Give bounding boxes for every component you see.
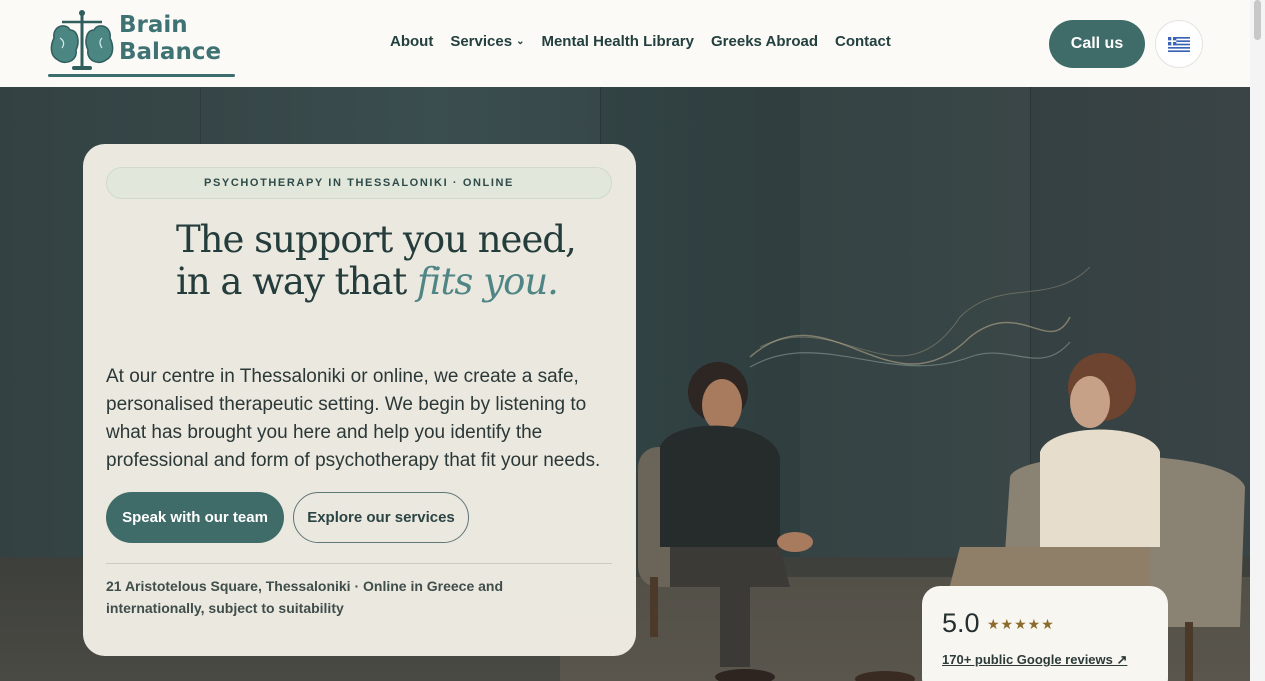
brain-scales-logo-icon: [50, 10, 114, 70]
nav-greeks-abroad-label: Greeks Abroad: [711, 33, 818, 50]
call-us-button[interactable]: Call us: [1049, 20, 1145, 68]
nav-contact-label: Contact: [835, 33, 891, 50]
hero-description: At our centre in Thessaloniki or online,…: [106, 366, 601, 471]
brand-name: Brain Balance: [119, 12, 221, 66]
brand-name-line1: Brain: [119, 12, 188, 38]
star-rating-icon: ★★★★★: [987, 616, 1055, 632]
main-nav: About Services ⌄ Mental Health Library G…: [390, 33, 908, 50]
nav-about-label: About: [390, 33, 434, 50]
chevron-down-icon: ⌄: [516, 36, 525, 47]
hero-eyebrow: PSYCHOTHERAPY IN THESSALONIKI · ONLINE: [106, 167, 612, 199]
page-scrollbar[interactable]: [1250, 0, 1265, 681]
language-switcher[interactable]: [1155, 20, 1203, 68]
headline-accent: fits you.: [417, 260, 559, 303]
address-text: 21 Aristotelous Square, Thessaloniki · O…: [106, 578, 504, 616]
brand-name-line2: Balance: [119, 39, 222, 65]
google-reviews-link[interactable]: 170+ public Google reviews ↗: [942, 652, 1127, 668]
nav-services[interactable]: Services ⌄: [450, 33, 524, 50]
scrollbar-thumb[interactable]: [1254, 0, 1261, 40]
speak-with-team-button[interactable]: Speak with our team: [106, 492, 284, 543]
hero-headline: The support you need, in a way that fits…: [176, 219, 596, 303]
site-header: Brain Balance About Services ⌄ Mental He…: [0, 0, 1250, 87]
nav-library-label: Mental Health Library: [541, 33, 694, 50]
explore-services-button[interactable]: Explore our services: [293, 492, 469, 543]
nav-contact[interactable]: Contact: [835, 33, 891, 50]
rating-card: 5.0 ★★★★★ 170+ public Google reviews ↗: [922, 586, 1168, 681]
card-divider: [106, 563, 612, 564]
brand-logo[interactable]: Brain Balance: [48, 8, 236, 80]
nav-mental-health-library[interactable]: Mental Health Library: [541, 33, 694, 50]
hero-section: PSYCHOTHERAPY IN THESSALONIKI · ONLINE T…: [0, 87, 1250, 681]
nav-greeks-abroad[interactable]: Greeks Abroad: [711, 33, 818, 50]
nav-services-label: Services: [450, 33, 513, 50]
hero-card: PSYCHOTHERAPY IN THESSALONIKI · ONLINE T…: [83, 144, 636, 656]
rating-score: 5.0: [942, 608, 980, 638]
greek-flag-icon: [1168, 36, 1190, 52]
logo-underline: [48, 74, 235, 77]
nav-about[interactable]: About: [390, 33, 433, 50]
